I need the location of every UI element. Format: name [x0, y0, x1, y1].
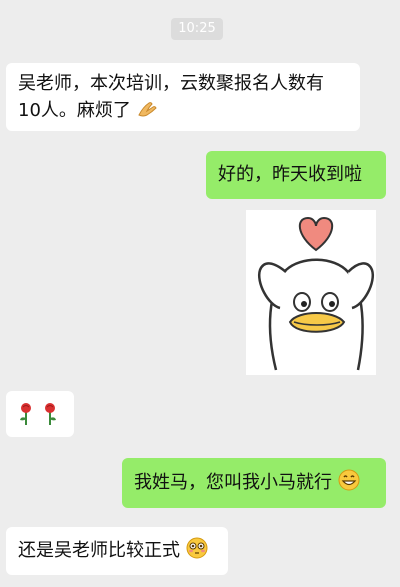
message-text: 我姓马，您叫我小马就行 — [134, 472, 332, 493]
chat-view: 10:25 吴老师，本次培训，云数聚报名人数有 10人。麻烦了 好的，昨天收到啦 — [0, 0, 400, 587]
rose-icon — [45, 403, 56, 425]
outgoing-message-bubble[interactable]: 我姓马，您叫我小马就行 — [122, 458, 386, 508]
message-text-line: 10人。麻烦了 — [18, 97, 348, 124]
flushed-face-icon — [186, 537, 208, 559]
incoming-message-bubble[interactable]: 吴老师，本次培训，云数聚报名人数有 10人。麻烦了 — [6, 63, 360, 131]
duck-heart-sticker[interactable] — [246, 210, 376, 375]
incoming-message-bubble[interactable]: 还是吴老师比较正式 — [6, 527, 228, 575]
folded-hands-icon — [137, 102, 157, 117]
timestamp: 10:25 — [171, 18, 223, 40]
rose-icon — [20, 403, 31, 425]
message-text: 还是吴老师比较正式 — [18, 540, 180, 561]
incoming-message-bubble[interactable] — [6, 391, 74, 437]
grinning-face-icon — [338, 469, 360, 491]
outgoing-message-bubble[interactable]: 好的，昨天收到啦 — [206, 151, 386, 199]
message-text-line: 吴老师，本次培训，云数聚报名人数有 — [18, 73, 324, 94]
